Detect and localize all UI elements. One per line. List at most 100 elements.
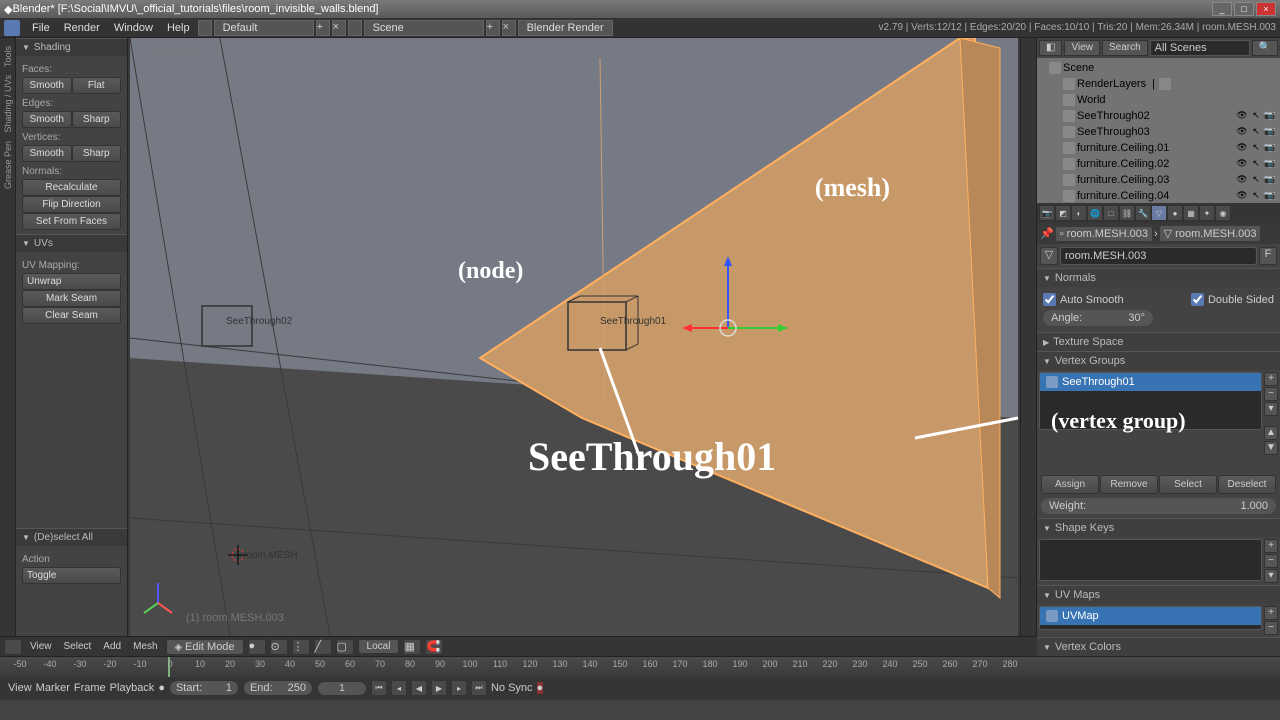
snap-button[interactable]: 🧲	[425, 639, 443, 655]
record-button[interactable]: ●	[537, 682, 544, 694]
tab-scene[interactable]: ◐	[1071, 205, 1087, 221]
tl-view-menu[interactable]: View	[8, 682, 32, 694]
outliner-item[interactable]: furniture.Ceiling.01👁↖📷	[1039, 140, 1278, 156]
tab-shading[interactable]: Shading / UVs	[2, 71, 14, 137]
outliner-item[interactable]: furniture.Ceiling.03👁↖📷	[1039, 172, 1278, 188]
doublesided-checkbox[interactable]: Double Sided	[1191, 293, 1274, 306]
outliner-item[interactable]: furniture.Ceiling.02👁↖📷	[1039, 156, 1278, 172]
edges-smooth-button[interactable]: Smooth	[22, 111, 72, 128]
layout-browse-button[interactable]	[198, 20, 212, 36]
vg-remove-button[interactable]: −	[1264, 387, 1278, 401]
flip-direction-button[interactable]: Flip Direction	[22, 196, 121, 213]
menu-render[interactable]: Render	[58, 20, 106, 36]
keyframe-prev-button[interactable]: ◂	[391, 680, 407, 696]
layout-del-button[interactable]: ×	[332, 20, 346, 36]
bc-mesh[interactable]: ▽ room.MESH.003	[1160, 226, 1261, 241]
faces-flat-button[interactable]: Flat	[72, 77, 122, 94]
angle-field[interactable]: Angle:30°	[1043, 310, 1153, 326]
timeline-ruler[interactable]: -50-40-30-20-100102030405060708090100110…	[0, 657, 1280, 677]
sel-edge-button[interactable]: ╱	[314, 639, 332, 655]
tab-texture[interactable]: ▦	[1183, 205, 1199, 221]
minimize-button[interactable]: _	[1212, 2, 1232, 16]
keyframe-next-button[interactable]: ▸	[451, 680, 467, 696]
edges-sharp-button[interactable]: Sharp	[72, 111, 122, 128]
play-reverse-button[interactable]: ◀	[411, 680, 427, 696]
weight-field[interactable]: Weight:1.000	[1041, 498, 1276, 514]
play-button[interactable]: ▶	[431, 680, 447, 696]
tab-grease[interactable]: Grease Pen	[2, 137, 14, 193]
pin-icon[interactable]: 📌	[1040, 227, 1054, 240]
scene-browse-button[interactable]	[348, 20, 362, 36]
start-frame-input[interactable]: Start:1	[169, 680, 239, 696]
bc-object[interactable]: ▫ room.MESH.003	[1056, 227, 1152, 241]
viewport-right-edge[interactable]	[1020, 38, 1036, 636]
vg-movedown-button[interactable]: ▼	[1264, 441, 1278, 455]
mesh-browse-button[interactable]: ▽	[1040, 247, 1058, 265]
layout-add-button[interactable]: +	[316, 20, 330, 36]
blender-logo-icon[interactable]	[4, 20, 20, 36]
unwrap-dropdown[interactable]: Unwrap	[22, 273, 121, 290]
remove-button[interactable]: Remove	[1100, 475, 1158, 494]
vertex-colors-header[interactable]: Vertex Colors	[1037, 637, 1280, 656]
recalculate-button[interactable]: Recalculate	[22, 179, 121, 196]
operator-panel-header[interactable]: (De)select All	[16, 528, 127, 546]
autosmooth-checkbox[interactable]: Auto Smooth	[1043, 293, 1124, 306]
pivot-button[interactable]: ⊙	[270, 639, 288, 655]
menu-file[interactable]: File	[26, 20, 56, 36]
tab-data[interactable]: ▽	[1151, 205, 1167, 221]
sk-specials-button[interactable]: ▾	[1264, 569, 1278, 583]
vertex-group-item[interactable]: SeeThrough01	[1040, 373, 1261, 391]
uv-remove-button[interactable]: −	[1264, 621, 1278, 635]
assign-button[interactable]: Assign	[1041, 475, 1099, 494]
uvmap-item[interactable]: UVMap	[1040, 607, 1261, 625]
tab-object[interactable]: □	[1103, 205, 1119, 221]
shape-keys-list[interactable]	[1039, 539, 1262, 581]
mode-dropdown[interactable]: ◈ Edit Mode	[166, 639, 244, 655]
tl-frame-menu[interactable]: Frame	[74, 682, 106, 694]
vg-moveup-button[interactable]: ▲	[1264, 426, 1278, 440]
menu-help[interactable]: Help	[161, 20, 196, 36]
fake-user-button[interactable]: F	[1259, 247, 1277, 265]
sk-add-button[interactable]: +	[1264, 539, 1278, 553]
scene-dropdown[interactable]: Scene	[364, 20, 484, 36]
sk-remove-button[interactable]: −	[1264, 554, 1278, 568]
select-button[interactable]: Select	[1159, 475, 1217, 494]
outliner-editor-icon[interactable]: ◧	[1039, 40, 1062, 56]
outliner-search-icon[interactable]: 🔍	[1252, 40, 1278, 56]
renderlayers-item[interactable]: RenderLayers	[1077, 78, 1146, 90]
scene-add-button[interactable]: +	[486, 20, 500, 36]
normals-header[interactable]: Normals	[1037, 268, 1280, 287]
close-button[interactable]: ×	[1256, 2, 1276, 16]
uv-maps-list[interactable]: UVMap	[1039, 606, 1262, 630]
action-dropdown[interactable]: Toggle	[22, 567, 121, 584]
maximize-button[interactable]: □	[1234, 2, 1254, 16]
tab-modifiers[interactable]: 🔧	[1135, 205, 1151, 221]
uvs-panel-header[interactable]: UVs	[16, 234, 127, 252]
layers-button[interactable]: ▦	[403, 639, 421, 655]
viewport-shading-button[interactable]: ●	[248, 639, 266, 655]
tab-material[interactable]: ●	[1167, 205, 1183, 221]
set-from-faces-button[interactable]: Set From Faces	[22, 213, 121, 230]
mesh-name-input[interactable]	[1060, 247, 1257, 265]
outliner-tree[interactable]: Scene RenderLayers| World SeeThrough02👁↖…	[1037, 58, 1280, 203]
tab-world[interactable]: 🌐	[1087, 205, 1103, 221]
header-mesh-menu[interactable]: Mesh	[129, 640, 161, 653]
uv-maps-header[interactable]: UV Maps	[1037, 585, 1280, 604]
scene-item[interactable]: Scene	[1063, 62, 1094, 74]
tab-render[interactable]: 📷	[1039, 205, 1055, 221]
end-frame-input[interactable]: End:250	[243, 680, 313, 696]
vertex-groups-header[interactable]: Vertex Groups	[1037, 351, 1280, 370]
header-add-menu[interactable]: Add	[99, 640, 125, 653]
mark-seam-button[interactable]: Mark Seam	[22, 290, 121, 307]
outliner-filter-dropdown[interactable]: All Scenes	[1150, 40, 1250, 56]
clear-seam-button[interactable]: Clear Seam	[22, 307, 121, 324]
render-engine-dropdown[interactable]: Blender Render	[518, 20, 613, 36]
tab-particles[interactable]: ✦	[1199, 205, 1215, 221]
sync-dropdown[interactable]: No Sync	[491, 682, 533, 694]
vg-add-button[interactable]: +	[1264, 372, 1278, 386]
jump-end-button[interactable]: ⏭	[471, 680, 487, 696]
current-frame-input[interactable]: 1	[317, 681, 367, 696]
outliner-item[interactable]: SeeThrough02👁↖📷	[1039, 108, 1278, 124]
tab-physics[interactable]: ◉	[1215, 205, 1231, 221]
vertex-group-list[interactable]: SeeThrough01	[1039, 372, 1262, 430]
